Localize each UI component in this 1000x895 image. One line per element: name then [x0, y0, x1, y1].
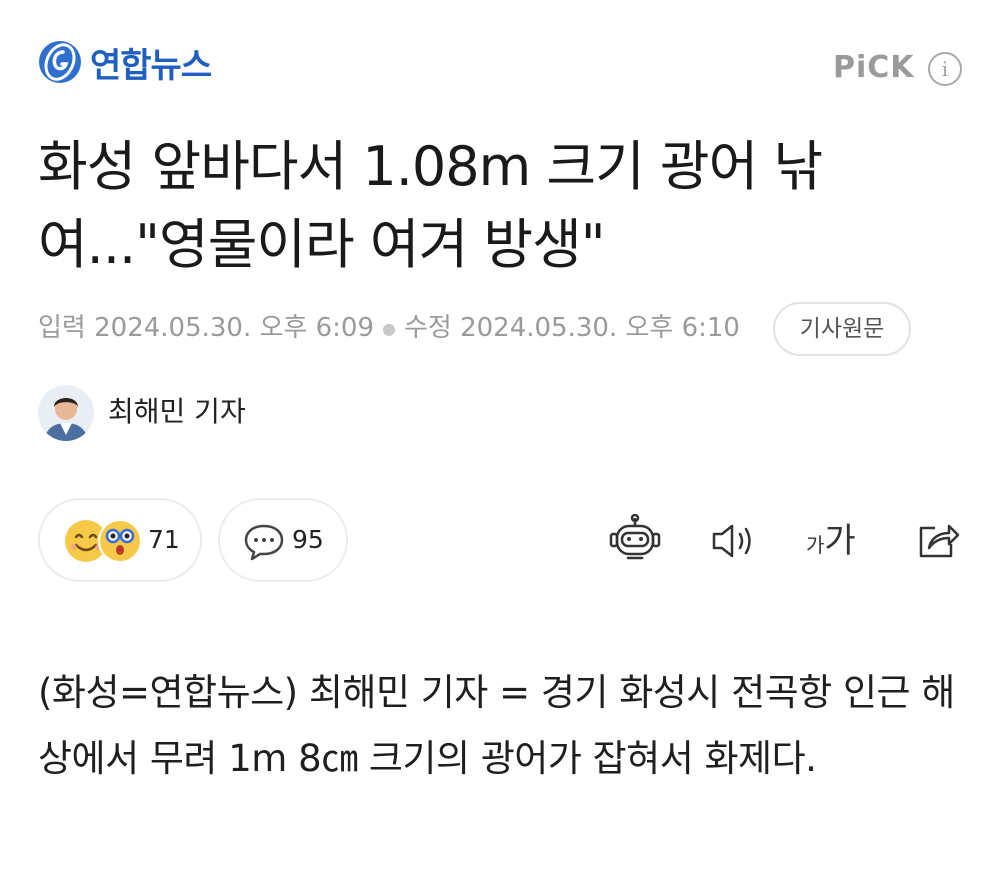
- reaction-button[interactable]: 71: [38, 498, 202, 582]
- reaction-count: 71: [148, 525, 180, 554]
- pick-badge: PiCK: [833, 50, 915, 85]
- modified-time: 수정 2024.05.30. 오후 6:10: [403, 313, 740, 343]
- speaker-icon[interactable]: [710, 520, 760, 562]
- original-article-button[interactable]: 기사원문: [773, 302, 911, 356]
- font-size-icon[interactable]: 가가: [806, 518, 856, 568]
- reporter-name[interactable]: 최해민 기자: [108, 392, 246, 432]
- speech-bubble-icon: [242, 522, 286, 562]
- brand-name[interactable]: 연합뉴스: [90, 44, 212, 88]
- reporter-avatar[interactable]: [38, 385, 94, 441]
- info-icon[interactable]: i: [928, 52, 962, 86]
- yonhap-logo-icon[interactable]: [38, 40, 82, 84]
- robot-icon[interactable]: [608, 513, 662, 566]
- meta-separator: ●: [382, 318, 396, 338]
- comment-count: 95: [292, 525, 324, 554]
- article-body: (화성=연합뉴스) 최해민 기자 = 경기 화성시 전곡항 인근 해상에서 무려…: [38, 671, 955, 780]
- article-meta: 입력 2024.05.30. 오후 6:09 ● 수정 2024.05.30. 오후…: [38, 308, 740, 349]
- font-size-small: 가: [806, 533, 825, 557]
- surprised-emoji-icon: [96, 517, 144, 565]
- comment-button[interactable]: 95: [218, 498, 348, 582]
- font-size-large: 가: [824, 521, 856, 561]
- article-headline: 화성 앞바다서 1.08m 크기 광어 낚여..."영물이라 여겨 방생": [38, 135, 823, 276]
- share-icon[interactable]: [915, 518, 961, 562]
- published-time: 입력 2024.05.30. 오후 6:09: [38, 313, 374, 343]
